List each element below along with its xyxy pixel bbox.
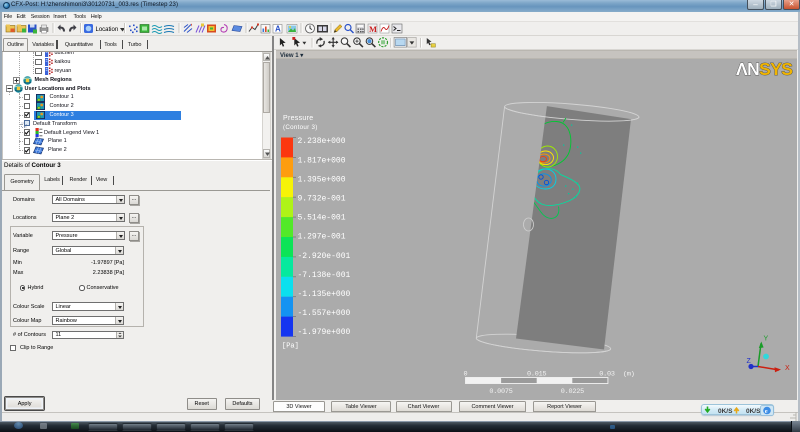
svg-text:0.015: 0.015 <box>527 370 547 378</box>
svg-text:Location: Location <box>96 27 119 33</box>
svg-text:e: e <box>765 408 768 415</box>
svg-text:5.514e-001: 5.514e-001 <box>298 213 346 222</box>
svg-text:0K/S: 0K/S <box>746 408 761 415</box>
svg-text:-1.557e+000: -1.557e+000 <box>298 309 351 318</box>
svg-text:-2.920e-001: -2.920e-001 <box>298 251 351 260</box>
svg-text:0: 0 <box>464 370 468 378</box>
svg-text:Pressure: Pressure <box>283 115 313 122</box>
svg-text:0.03: 0.03 <box>599 370 615 378</box>
svg-text:A: A <box>275 25 281 34</box>
svg-text:Y: Y <box>764 335 769 342</box>
svg-text:Z: Z <box>747 358 752 365</box>
svg-text:0.0225: 0.0225 <box>561 388 584 396</box>
svg-text:-1.979e+000: -1.979e+000 <box>298 328 351 337</box>
svg-text:1.395e+000: 1.395e+000 <box>298 175 346 184</box>
svg-text:0K/S: 0K/S <box>718 408 733 415</box>
svg-text:1.297e-001: 1.297e-001 <box>298 232 346 241</box>
svg-text:0.0075: 0.0075 <box>489 388 512 396</box>
svg-text:X: X <box>785 365 790 372</box>
svg-text:9.732e-001: 9.732e-001 <box>298 194 346 203</box>
svg-text:1.817e+000: 1.817e+000 <box>298 156 346 165</box>
svg-text:(Contour 3): (Contour 3) <box>283 124 318 131</box>
svg-text:2.238e+000: 2.238e+000 <box>298 137 346 146</box>
svg-text:-7.138e-001: -7.138e-001 <box>298 270 351 279</box>
svg-text:M: M <box>369 24 377 34</box>
svg-text:ΛNSYS: ΛNSYS <box>736 59 792 79</box>
svg-text:-1.135e+000: -1.135e+000 <box>298 290 351 299</box>
svg-text:[Pa]: [Pa] <box>282 342 299 350</box>
svg-text:(m): (m) <box>623 370 635 378</box>
